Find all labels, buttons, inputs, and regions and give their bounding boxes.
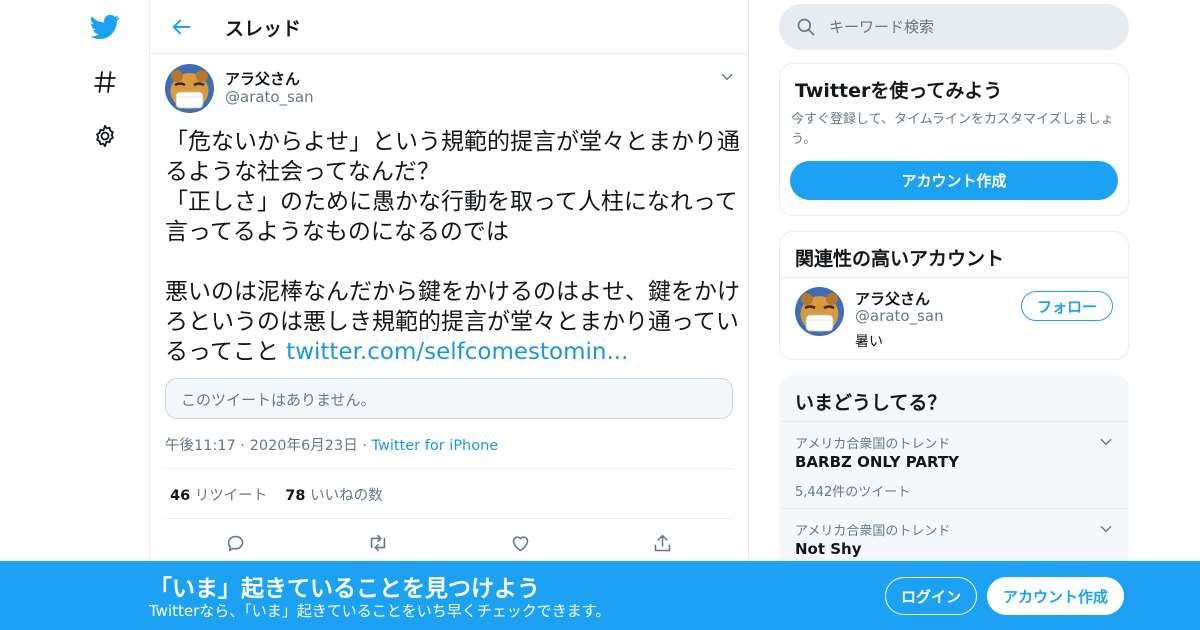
login-button[interactable]: ログイン [885,577,977,615]
trend-context: アメリカ合衆国のトレンド [795,437,951,452]
tweet-text: 「危ないからよせ」という規範的提言が堂々とまかり通るような社会ってなんだ？ 「正… [165,127,740,367]
retweet-count: 46 [170,488,191,504]
trends-card: いまどうしてる？ アメリカ合衆国のトレンド BARBZ ONLY PARTY 5… [779,375,1129,575]
like-label: いいねの数 [310,488,383,504]
retweet-icon[interactable] [365,530,391,556]
reply-icon[interactable] [223,530,249,556]
tweet-link[interactable]: twitter.com/selfcomestomin... [286,339,628,365]
related-name[interactable]: アラ父さん [855,288,930,309]
chevron-down-icon[interactable] [716,66,738,88]
related-handle[interactable]: @arato_san [855,307,944,325]
tweet-meta: 午後11:17 · 2020年6月23日 · Twitter for iPhon… [165,434,498,455]
trends-title: いまどうしてる？ [795,392,947,414]
related-accounts-card: 関連性の高いアカウント アラ父さん @arato_san 暑い フォロー [779,231,1129,360]
divider [780,277,1128,278]
trend-name: BARBZ ONLY PARTY [795,453,959,471]
search-input[interactable] [829,4,1119,50]
meta-separator-2: · [362,438,367,454]
hashtag-icon[interactable] [84,61,126,103]
tweet-date[interactable]: 2020年6月23日 [250,438,358,454]
twitter-bird-icon[interactable] [84,6,126,48]
tweet-actions [165,528,733,558]
join-title: Twitterを使ってみよう [795,80,1003,102]
tweet-body: 「危ないからよせ」という規範的提言が堂々とまかり通るような社会ってなんだ？ 「正… [165,129,740,365]
author-handle[interactable]: @arato_san [225,88,314,106]
tweet-source[interactable]: Twitter for iPhone [372,438,499,454]
page-title: スレッド [225,18,302,40]
author-avatar[interactable] [165,64,214,113]
trend-count: 5,442件のツイート [795,485,911,500]
chevron-down-icon[interactable] [1095,518,1117,540]
gear-icon[interactable] [84,115,126,157]
search-bar [779,4,1129,50]
trend-name: Not Shy [795,540,862,558]
banner-subtitle: Twitterなら、「いま」起きていることをいち早くチェックできます。 [149,602,611,620]
signup-button[interactable]: アカウント作成 [987,577,1124,615]
heart-icon[interactable] [507,530,533,556]
follow-button[interactable]: フォロー [1021,291,1113,321]
trend-item[interactable]: アメリカ合衆国のトレンド BARBZ ONLY PARTY 5,442件のツイー… [780,421,1128,508]
related-title: 関連性の高いアカウント [795,248,1005,270]
chevron-down-icon[interactable] [1095,431,1117,453]
unavailable-quote[interactable]: このツイートはありません。 [165,378,733,419]
search-icon [796,17,816,41]
thread-header: スレッド [150,0,748,54]
signup-banner: 「いま」起きていることを見つけよう Twitterなら、「いま」起きていることを… [0,561,1200,630]
create-account-button[interactable]: アカウント作成 [790,161,1118,200]
thread-column: スレッド アラ父さん @arato_san 「危ないからよせ」という規範的提言が… [149,0,749,630]
join-description: 今すぐ登録して、タイムラインをカスタマイズしましょう。 [791,112,1114,147]
unavailable-quote-text: このツイートはありません。 [181,391,376,409]
join-card: Twitterを使ってみよう 今すぐ登録して、タイムラインをカスタマイズしましょ… [779,63,1129,216]
tweet-stats: 46 リツイート 78 いいねの数 [165,468,733,519]
retweet-stat[interactable]: 46 リツイート [170,488,267,504]
like-stat[interactable]: 78 いいねの数 [285,488,382,504]
author-name[interactable]: アラ父さん [225,68,300,89]
arrow-left-icon[interactable] [164,9,200,45]
meta-separator: · [240,438,246,454]
trend-context: アメリカ合衆国のトレンド [795,524,951,539]
retweet-label: リツイート [194,488,268,504]
tweet-time[interactable]: 午後11:17 [165,438,236,454]
related-bio: 暑い [855,334,883,350]
like-count: 78 [285,488,306,504]
banner-title: 「いま」起きていることを見つけよう [149,576,540,602]
related-avatar[interactable] [795,287,844,336]
share-icon[interactable] [649,530,675,556]
left-nav [0,0,150,630]
